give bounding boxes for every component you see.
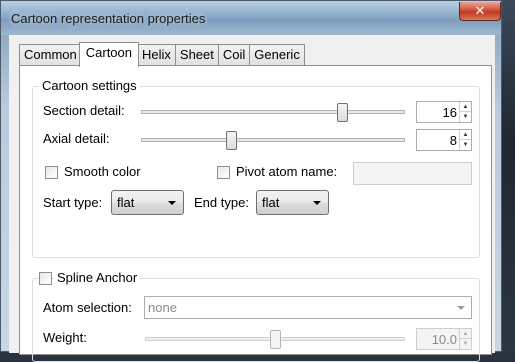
section-detail-label: Section detail: [43, 103, 125, 118]
atom-selection-combobox[interactable]: none [144, 296, 472, 319]
group-title-spline-anchor: Spline Anchor [54, 270, 141, 285]
section-detail-value: 16 [442, 105, 457, 120]
chevron-down-icon [313, 201, 321, 205]
tab-sheet[interactable]: Sheet [174, 44, 219, 66]
axial-detail-spinbox[interactable]: 8 ▲ ▼ [416, 129, 472, 151]
tab-common[interactable]: Common [19, 44, 82, 66]
atom-selection-label: Atom selection: [43, 300, 132, 315]
cartoon-settings-group: Cartoon settings Section detail: 16 ▲ ▼ … [32, 78, 480, 258]
close-button[interactable]: ✕ [459, 2, 501, 21]
tab-generic[interactable]: Generic [249, 44, 305, 66]
spline-anchor-checkbox[interactable] [39, 272, 52, 285]
window-title: Cartoon representation properties [11, 11, 206, 26]
weight-value: 10.0 [431, 332, 457, 347]
start-type-dropdown[interactable]: flat [111, 190, 184, 215]
section-detail-spinbox[interactable]: 16 ▲ ▼ [416, 101, 472, 123]
spline-anchor-group: Spline Anchor Atom selection: none Weigh… [32, 270, 480, 362]
chevron-down-icon [457, 306, 465, 310]
spin-down-icon[interactable]: ▼ [460, 140, 471, 150]
spin-up-icon[interactable]: ▲ [460, 130, 471, 140]
spin-buttons: ▲ ▼ [459, 329, 471, 349]
tab-label: Sheet [179, 47, 214, 62]
desktop-background [500, 0, 515, 352]
spin-up-icon[interactable]: ▲ [460, 329, 471, 339]
spin-buttons: ▲ ▼ [459, 130, 471, 150]
end-type-label: End type: [194, 195, 249, 210]
tab-label: Common [24, 47, 77, 62]
end-type-dropdown[interactable]: flat [256, 190, 329, 215]
axial-detail-slider-thumb[interactable] [225, 131, 237, 150]
tab-label: Coil [222, 47, 246, 62]
end-type-value: flat [262, 195, 280, 210]
axial-detail-slider[interactable] [141, 138, 405, 142]
section-detail-slider-thumb[interactable] [336, 103, 348, 122]
weight-spinbox[interactable]: 10.0 ▲ ▼ [416, 328, 472, 350]
cartoon-tab-panel: Cartoon settings Section detail: 16 ▲ ▼ … [19, 65, 492, 362]
spin-down-icon[interactable]: ▼ [460, 339, 471, 349]
axial-detail-value: 8 [449, 133, 457, 148]
tab-coil[interactable]: Coil [217, 44, 251, 66]
pivot-atom-label: Pivot atom name: [236, 164, 338, 179]
weight-slider-thumb[interactable] [270, 330, 281, 349]
weight-label: Weight: [43, 330, 87, 345]
group-title-cartoon-settings: Cartoon settings [39, 78, 140, 93]
spin-down-icon[interactable]: ▼ [460, 112, 471, 122]
pivot-atom-name-field[interactable] [353, 162, 472, 185]
section-detail-slider[interactable] [141, 110, 405, 114]
start-type-label: Start type: [43, 195, 103, 210]
chevron-down-icon [168, 201, 176, 205]
close-icon: ✕ [474, 3, 486, 18]
start-type-value: flat [117, 195, 135, 210]
title-bar[interactable]: Cartoon representation properties ✕ [1, 1, 501, 35]
tab-label: Helix [142, 47, 171, 62]
axial-detail-label: Axial detail: [43, 131, 110, 146]
smooth-color-label: Smooth color [64, 164, 141, 179]
smooth-color-checkbox[interactable] [45, 166, 58, 179]
tab-label: Generic [254, 47, 300, 62]
atom-selection-value: none [148, 300, 177, 315]
pivot-atom-checkbox[interactable] [217, 166, 230, 179]
tab-cartoon[interactable]: Cartoon [78, 42, 139, 67]
tab-label: Cartoon [85, 45, 132, 60]
dialog-client-area: Common Cartoon Helix Sheet Coil Generic … [9, 35, 495, 362]
tab-helix[interactable]: Helix [137, 44, 176, 66]
properties-dialog: Cartoon representation properties ✕ Comm… [0, 0, 502, 362]
tab-bar: Common Cartoon Helix Sheet Coil Generic [19, 42, 305, 67]
spin-up-icon[interactable]: ▲ [460, 102, 471, 112]
spin-buttons: ▲ ▼ [459, 102, 471, 122]
